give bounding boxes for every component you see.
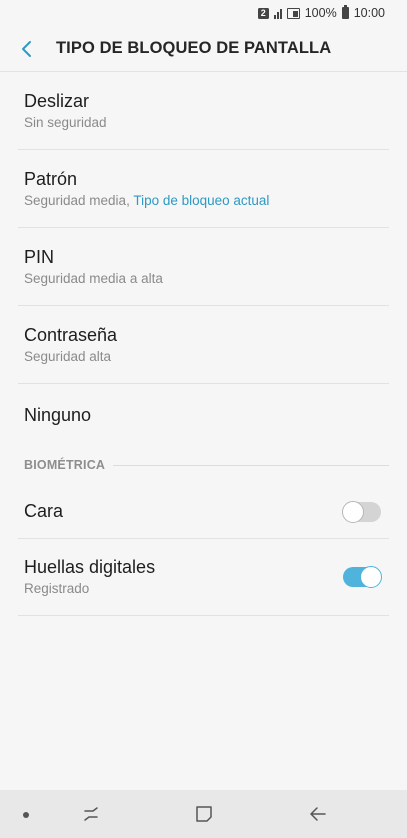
app-header: TIPO DE BLOQUEO DE PANTALLA [0,26,407,71]
home-button[interactable] [191,802,217,826]
back-nav-button[interactable] [305,802,331,826]
option-patron[interactable]: Patrón Seguridad media, Tipo de bloqueo … [0,150,407,227]
sim-icon: 2 [257,7,269,19]
option-subtitle: Seguridad media a alta [24,270,163,286]
option-huellas[interactable]: Huellas digitales Registrado [0,539,407,615]
network-icon [286,7,300,19]
home-icon [196,806,212,822]
option-deslizar[interactable]: Deslizar Sin seguridad [0,72,407,149]
option-text: Huellas digitales Registrado [24,556,155,598]
recent-apps-button[interactable] [78,802,104,826]
page-title: TIPO DE BLOQUEO DE PANTALLA [56,39,332,57]
option-title: Huellas digitales [24,557,156,577]
chevron-left-icon [22,40,31,57]
option-subtitle: Seguridad alta [24,348,112,364]
current-lock-label: Tipo de bloqueo actual [133,192,270,208]
dot-icon [23,812,29,818]
option-title: Contraseña [24,324,118,345]
option-subtitle: Sin seguridad [24,114,107,130]
face-toggle[interactable] [342,500,381,523]
option-title: Ninguno [24,404,92,425]
option-cara[interactable]: Cara [0,485,407,538]
back-button[interactable] [0,26,56,71]
toggle-knob [342,500,364,523]
option-title: Cara [24,501,64,521]
back-arrow-icon [310,807,326,821]
recent-apps-icon [84,807,98,821]
option-text: Cara [24,501,63,522]
option-title: PIN [24,246,55,267]
battery-percent: 100% [304,6,337,20]
section-label: BIOMÉTRICA [24,458,106,472]
option-title: Patrón [24,168,78,189]
battery-icon [341,5,349,19]
option-subtitle: Seguridad media, Tipo de bloqueo actual [24,192,383,210]
lock-type-list: Deslizar Sin seguridad Patrón Seguridad … [0,72,407,616]
signal-icon [273,8,282,19]
option-contrasena[interactable]: Contraseña Seguridad alta [0,306,407,383]
option-title: Deslizar [24,90,90,111]
navigation-bar [0,790,407,838]
clock: 10:00 [353,6,385,20]
option-pin[interactable]: PIN Seguridad media a alta [0,228,407,305]
toggle-knob [360,566,382,588]
fingerprint-toggle[interactable] [343,566,382,588]
option-subtitle: Registrado [24,581,90,596]
security-level-text: Seguridad media, [24,192,134,208]
biometrics-section-header: BIOMÉTRICA [0,445,407,485]
section-rule [113,464,389,466]
status-bar: 2 100% 10:00 [0,0,407,26]
option-ninguno[interactable]: Ninguno [0,384,407,445]
divider [18,615,389,616]
